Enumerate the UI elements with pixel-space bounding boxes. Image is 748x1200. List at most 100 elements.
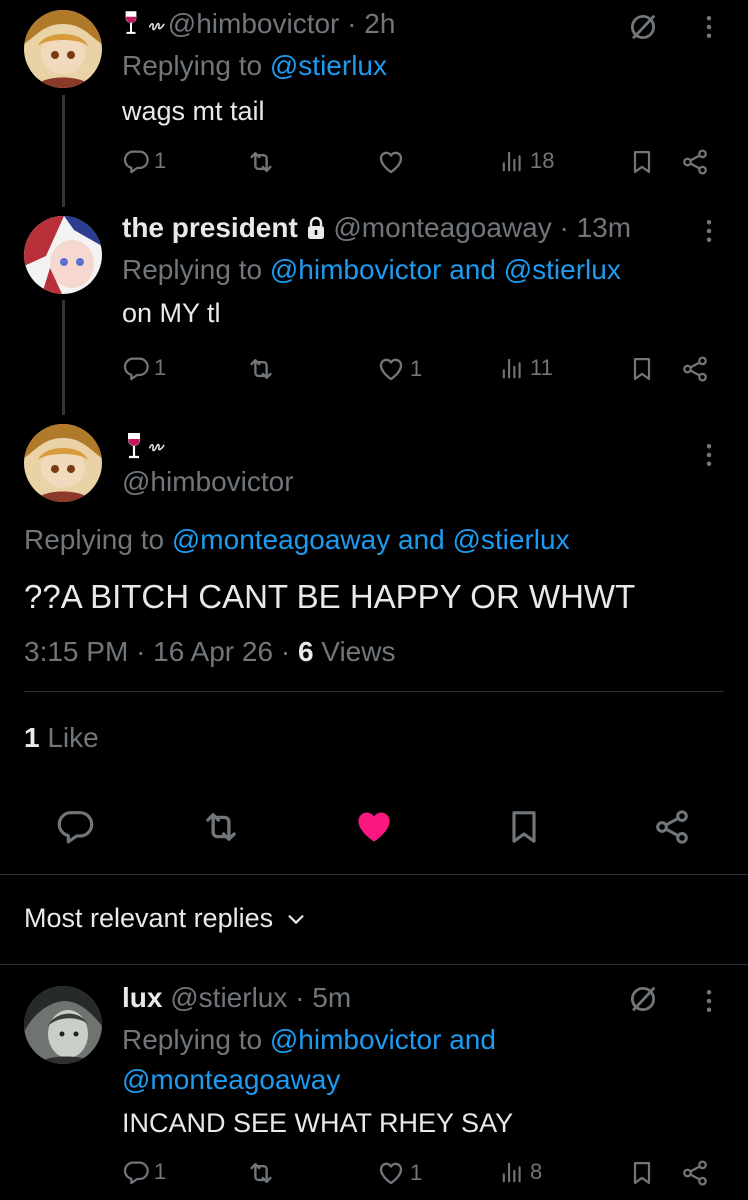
like-button[interactable]: 1 — [376, 354, 422, 384]
grok-icon[interactable] — [626, 982, 660, 1021]
avatar-stierlux[interactable] — [24, 986, 102, 1064]
views-button[interactable]: 11 — [498, 354, 553, 382]
author-line: @himbovictor · 2h — [122, 8, 395, 40]
divider — [0, 964, 748, 965]
reply-count: 1 — [154, 148, 167, 173]
avatar-monteagoaway[interactable] — [24, 216, 102, 294]
views-button[interactable]: 8 — [498, 1158, 542, 1186]
views-count: 6 — [297, 636, 314, 667]
bookmark-icon — [628, 354, 656, 384]
reply-button[interactable]: 1 — [122, 1158, 166, 1186]
replying-to: Replying to @monteagoaway and @stierlux — [24, 524, 570, 556]
author-name[interactable]: the president — [122, 212, 298, 243]
author-name[interactable]: lux — [122, 982, 162, 1013]
replying-to-handles-cont[interactable]: @monteagoaway — [122, 1064, 340, 1096]
thread-line — [62, 95, 65, 207]
author-handle[interactable]: @himbovictor — [122, 466, 294, 498]
repost-button[interactable] — [246, 1158, 276, 1188]
bookmark-icon — [628, 147, 656, 177]
bookmark-button[interactable] — [628, 1158, 656, 1188]
bookmark-button[interactable] — [628, 147, 656, 177]
author-display-name[interactable] — [124, 430, 168, 467]
share-icon — [652, 806, 692, 848]
reply-button[interactable]: 1 — [122, 354, 166, 382]
replying-to-handles[interactable]: @stierlux — [270, 50, 387, 81]
share-button[interactable] — [680, 354, 710, 384]
tweet-text: wags mt tail — [122, 96, 265, 126]
signature-icon — [148, 19, 168, 33]
tweet-text: on MY tl — [122, 298, 221, 328]
meta-separator: · — [280, 636, 291, 667]
repost-icon — [246, 354, 276, 384]
replying-to-label: Replying to — [122, 50, 270, 81]
likes-label: Like — [39, 722, 99, 753]
more-icon[interactable] — [694, 986, 724, 1021]
repost-icon — [246, 147, 276, 177]
author-handle[interactable]: @monteagoaway — [333, 212, 551, 243]
wine-glass-icon — [122, 9, 140, 37]
post-timestamp[interactable]: 3:15 PM — [24, 636, 128, 667]
repost-icon — [200, 806, 242, 848]
reply-icon — [55, 806, 95, 846]
author-handle[interactable]: @stierlux — [170, 982, 287, 1013]
views-count: 11 — [530, 355, 553, 380]
share-icon — [680, 354, 710, 384]
reply-count: 1 — [154, 355, 167, 380]
like-button[interactable]: 1 — [376, 1158, 422, 1188]
reply-button[interactable] — [55, 806, 95, 846]
reply-button[interactable]: 1 — [122, 147, 166, 175]
more-icon[interactable] — [694, 440, 724, 475]
replying-to: Replying to @himbovictor and @stierlux — [122, 254, 621, 286]
grok-icon[interactable] — [626, 10, 660, 49]
heart-filled-icon — [352, 804, 396, 848]
views-icon — [498, 147, 526, 175]
like-button[interactable] — [376, 147, 406, 177]
repost-button[interactable] — [246, 147, 276, 177]
views-count: 18 — [530, 148, 555, 173]
avatar-himbovictor[interactable] — [24, 10, 102, 88]
share-icon — [680, 1158, 710, 1188]
replying-to-handles[interactable]: @himbovictor and @stierlux — [270, 254, 621, 285]
thread-line — [62, 300, 65, 415]
post-time[interactable]: · 5m — [295, 982, 351, 1013]
likes-summary[interactable]: 1 Like — [24, 722, 99, 754]
replying-to-handles[interactable]: @himbovictor and — [270, 1024, 496, 1055]
replying-to-handles[interactable]: @monteagoaway and @stierlux — [172, 524, 570, 555]
views-label: Views — [313, 636, 396, 667]
reply-icon — [122, 1158, 150, 1186]
meta-separator: · — [136, 636, 146, 667]
more-icon[interactable] — [694, 216, 724, 251]
like-count: 1 — [410, 356, 423, 381]
repost-icon — [246, 1158, 276, 1188]
sort-replies-dropdown[interactable]: Most relevant replies — [24, 903, 307, 934]
repost-button[interactable] — [246, 354, 276, 384]
like-count: 1 — [410, 1160, 423, 1185]
reply-icon — [122, 147, 150, 175]
author-line: lux @stierlux · 5m — [122, 982, 351, 1014]
divider — [24, 691, 724, 692]
post-date[interactable]: 16 Apr 26 — [153, 636, 273, 667]
avatar-himbovictor[interactable] — [24, 424, 102, 502]
post-time[interactable]: · 2h — [347, 8, 395, 39]
heart-icon — [376, 354, 406, 384]
author-handle[interactable]: @himbovictor — [168, 8, 340, 39]
bookmark-button[interactable] — [504, 806, 544, 848]
share-button[interactable] — [680, 147, 710, 177]
views-icon — [498, 354, 526, 382]
heart-icon — [376, 1158, 406, 1188]
tweet-text: ??A BITCH CANT BE HAPPY OR WHWT — [24, 578, 636, 615]
views-icon — [498, 1158, 526, 1186]
views-button[interactable]: 18 — [498, 147, 554, 175]
more-icon[interactable] — [694, 12, 724, 47]
like-button[interactable] — [352, 804, 396, 848]
share-button[interactable] — [680, 1158, 710, 1188]
divider — [0, 874, 748, 875]
bookmark-button[interactable] — [628, 354, 656, 384]
tweet-meta: 3:15 PM · 16 Apr 26 · 6 Views — [24, 636, 395, 668]
share-button[interactable] — [652, 806, 692, 848]
repost-button[interactable] — [200, 806, 242, 848]
replying-to-label: Replying to — [122, 1024, 270, 1055]
share-icon — [680, 147, 710, 177]
post-time[interactable]: · 13m — [559, 212, 631, 243]
lock-icon — [306, 216, 326, 240]
